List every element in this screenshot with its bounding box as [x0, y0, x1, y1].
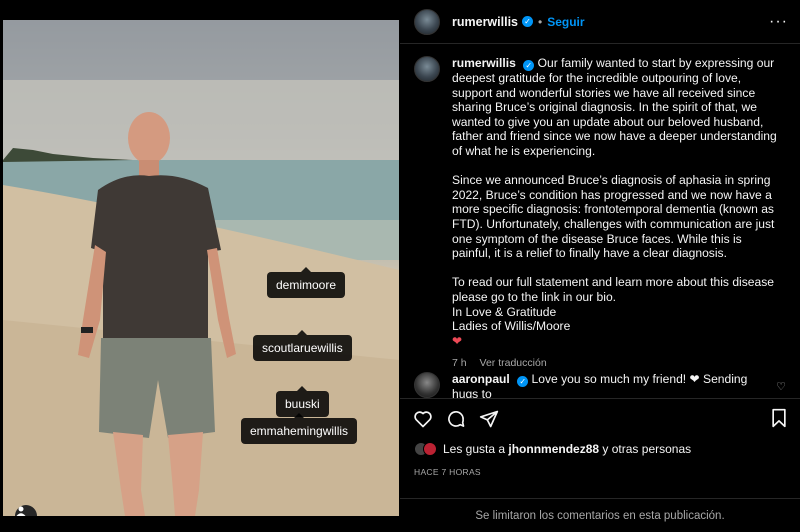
paper-plane-icon: [479, 410, 499, 427]
caption-paragraph: Since we announced Bruce’s diagnosis of …: [452, 173, 775, 261]
avatar[interactable]: [414, 372, 440, 398]
heart-emoji: ❤: [452, 333, 463, 348]
avatar[interactable]: [414, 8, 440, 35]
likes-summary: Les gusta a jhonnmendez88 y otras person…: [414, 442, 691, 456]
post-photo[interactable]: demimoore scoutlaruewillis buuski emmahe…: [3, 20, 399, 516]
post-actions-bar: [400, 398, 800, 438]
post-header: rumerwillis ✓ • Seguir ···: [400, 0, 800, 44]
verified-badge-icon: ✓: [523, 60, 535, 71]
verified-badge-icon: ✓: [522, 16, 533, 27]
bookmark-icon: [772, 408, 786, 428]
likes-user[interactable]: jhonnmendez88: [508, 442, 599, 456]
share-button[interactable]: [478, 408, 500, 430]
caption-username[interactable]: rumerwillis: [452, 56, 516, 70]
caption-text: rumerwillis ✓ Our family wanted to start…: [452, 56, 782, 371]
caption-line: In Love & Gratitude: [452, 304, 557, 319]
comment-username[interactable]: aaronpaul: [452, 372, 510, 386]
follow-button[interactable]: Seguir: [547, 15, 584, 29]
separator-dot: •: [538, 14, 543, 29]
post-timestamp: HACE 7 HORAS: [414, 467, 481, 477]
person-icon: [16, 506, 26, 516]
translate-link[interactable]: Ver traducción: [480, 357, 547, 369]
caption-time: 7 h: [452, 357, 467, 370]
header-username[interactable]: rumerwillis: [452, 15, 518, 29]
verified-badge-icon: ✓: [517, 376, 529, 387]
photo-tag[interactable]: emmahemingwillis: [241, 413, 358, 444]
comment-button[interactable]: [445, 408, 467, 430]
avatar[interactable]: [414, 56, 440, 82]
heart-icon[interactable]: ♡: [776, 380, 786, 393]
avatar: [423, 442, 437, 456]
caption-paragraph: Our family wanted to start by expressing…: [452, 56, 777, 158]
like-button[interactable]: [412, 408, 434, 430]
likes-text[interactable]: Les gusta a jhonnmendez88 y otras person…: [443, 442, 691, 456]
save-button[interactable]: [770, 408, 788, 433]
more-horizontal-icon[interactable]: ···: [769, 13, 788, 31]
photo-tag[interactable]: scoutlaruewillis: [253, 330, 352, 361]
photo-tag[interactable]: demimoore: [267, 267, 346, 298]
caption-meta: 7 h Ver traducción: [452, 356, 782, 371]
post-details-pane: rumerwillis ✓ • Seguir ··· rumerwillis ✓…: [400, 0, 800, 532]
caption-line: To read our full statement and learn mor…: [452, 275, 775, 304]
heart-icon: [414, 410, 432, 427]
post-media-pane: demimoore scoutlaruewillis buuski emmahe…: [0, 0, 400, 532]
caption-line: Ladies of Willis/Moore: [452, 319, 571, 334]
post-caption: rumerwillis ✓ Our family wanted to start…: [414, 56, 794, 371]
comments-limited-notice: Se limitaron los comentarios en esta pub…: [400, 498, 800, 532]
comment-icon: [448, 410, 465, 427]
